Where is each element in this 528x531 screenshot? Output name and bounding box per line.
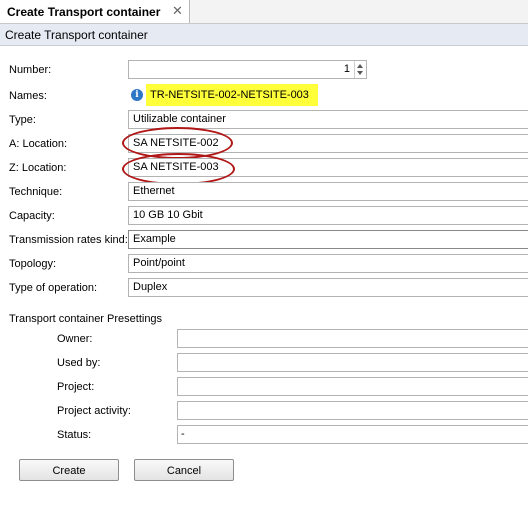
presettings-title: Transport container Presettings [9, 313, 163, 325]
tab-bar: Create Transport container ✕ [0, 0, 528, 24]
project-activity-label: Project activity: [57, 405, 131, 417]
technique-field[interactable]: Ethernet [128, 182, 528, 201]
dialog-title: Create Transport container [5, 28, 148, 42]
z-location-label: Z: Location: [9, 162, 67, 174]
transmission-rates-kind-field[interactable]: Example [128, 230, 528, 249]
type-field[interactable]: Utilizable container [128, 110, 528, 129]
number-value: 1 [343, 63, 350, 75]
capacity-label: Capacity: [9, 210, 55, 222]
type-of-operation-label: Type of operation: [9, 282, 98, 294]
owner-field[interactable] [177, 329, 528, 348]
tab-title: Create Transport container [7, 5, 161, 19]
topology-label: Topology: [9, 258, 57, 270]
create-button[interactable]: Create [19, 459, 119, 481]
names-label: Names: [9, 90, 47, 102]
used-by-field[interactable] [177, 353, 528, 372]
status-field[interactable]: - [177, 425, 528, 444]
a-location-label: A: Location: [9, 138, 68, 150]
technique-label: Technique: [9, 186, 63, 198]
used-by-label: Used by: [57, 357, 101, 369]
capacity-field[interactable]: 10 GB 10 Gbit [128, 206, 528, 225]
project-activity-field[interactable] [177, 401, 528, 420]
info-icon: i [131, 89, 143, 101]
owner-label: Owner: [57, 333, 93, 345]
status-label: Status: [57, 429, 92, 441]
number-label: Number: [9, 64, 52, 76]
number-stepper[interactable]: 1 [128, 60, 367, 79]
project-field[interactable] [177, 377, 528, 396]
spin-up-icon[interactable] [357, 64, 363, 68]
cancel-button[interactable]: Cancel [134, 459, 234, 481]
project-label: Project: [57, 381, 95, 393]
type-label: Type: [9, 114, 36, 126]
spinner-icon[interactable] [354, 61, 366, 78]
dialog-header: Create Transport container [0, 24, 528, 46]
topology-field[interactable]: Point/point [128, 254, 528, 273]
type-of-operation-field[interactable]: Duplex [128, 278, 528, 297]
names-value[interactable]: TR-NETSITE-002-NETSITE-003 [150, 89, 309, 101]
transmission-rates-kind-label: Transmission rates kind: [9, 234, 128, 246]
tab-create-transport-container[interactable]: Create Transport container ✕ [0, 0, 190, 23]
annotation-ring-z-location [122, 153, 235, 185]
spin-down-icon[interactable] [357, 71, 363, 75]
close-icon[interactable]: ✕ [172, 3, 183, 19]
